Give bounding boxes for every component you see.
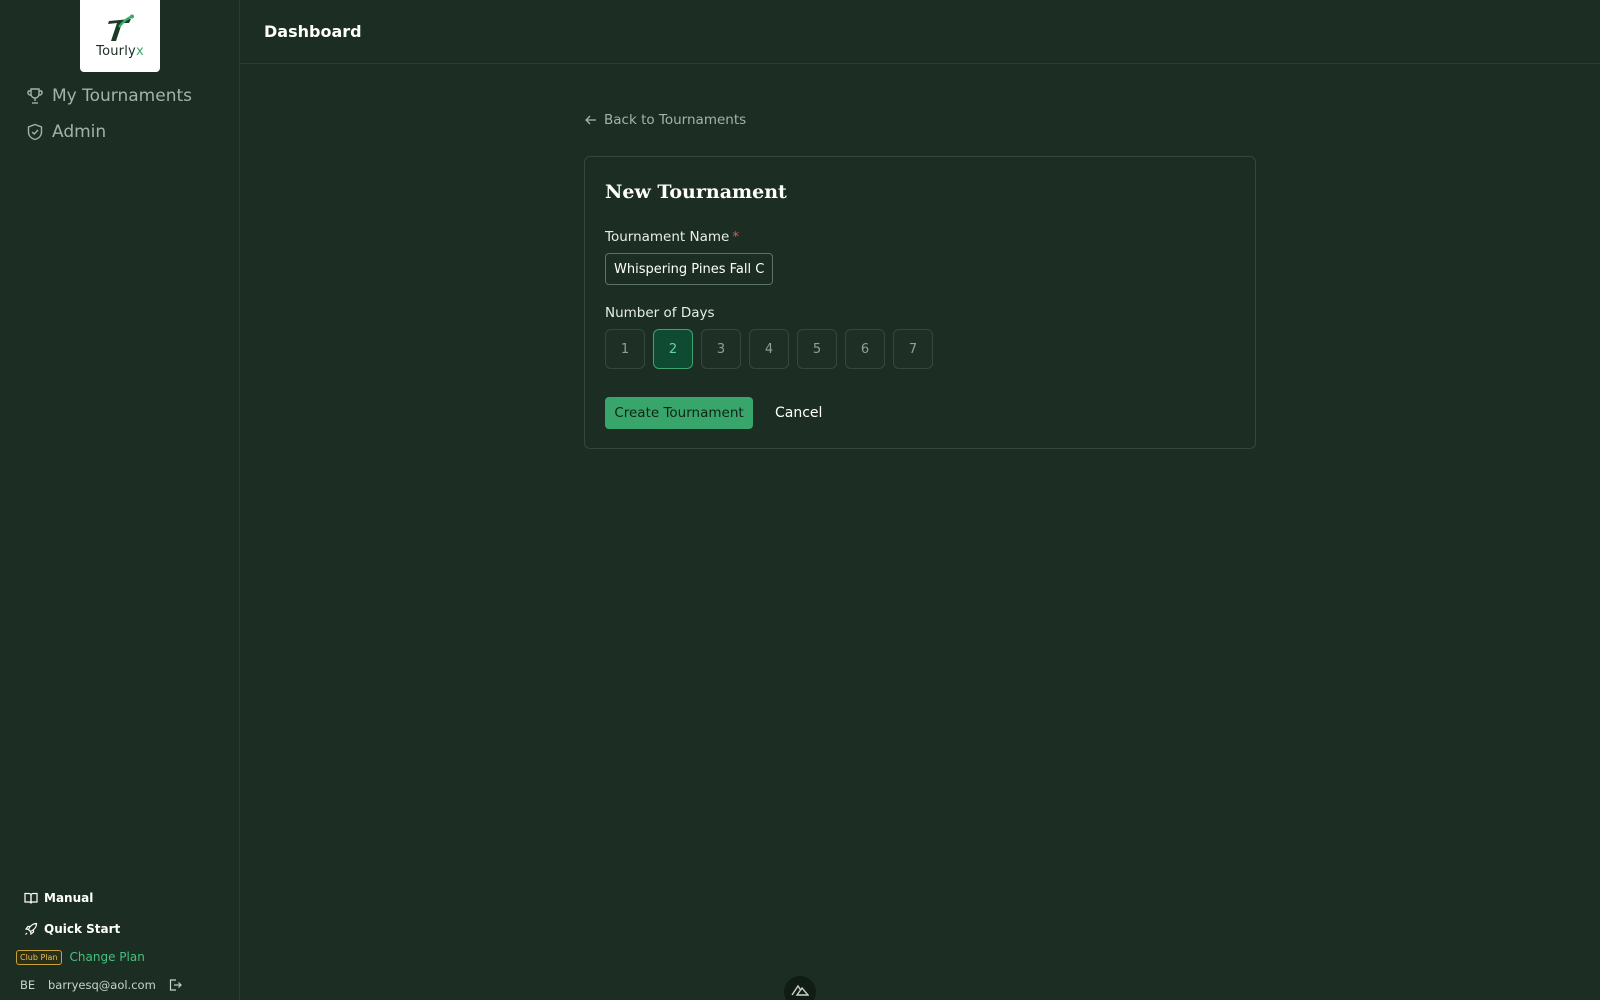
back-to-tournaments-link[interactable]: Back to Tournaments xyxy=(584,112,746,128)
days-selector: 1234567 xyxy=(605,329,941,369)
avatar: BE xyxy=(20,978,36,992)
mountain-logo-icon xyxy=(791,984,809,996)
create-tournament-button[interactable]: Create Tournament xyxy=(605,397,753,429)
manual-link[interactable]: Manual xyxy=(16,882,236,913)
plan-badge: Club Plan xyxy=(16,949,62,965)
page-title: Dashboard xyxy=(264,22,362,41)
quick-start-label: Quick Start xyxy=(44,921,121,936)
manual-label: Manual xyxy=(44,890,94,905)
back-label: Back to Tournaments xyxy=(604,112,747,128)
sidebar-nav: My Tournaments Admin xyxy=(26,78,192,150)
form-title: New Tournament xyxy=(605,181,787,203)
required-marker: * xyxy=(732,229,740,245)
logo-mark-icon xyxy=(108,14,134,41)
number-of-days-label: Number of Days xyxy=(605,305,715,321)
day-option-1[interactable]: 1 xyxy=(605,329,645,369)
day-option-3[interactable]: 3 xyxy=(701,329,741,369)
quick-start-link[interactable]: Quick Start xyxy=(16,913,236,944)
new-tournament-card: New Tournament Tournament Name* Number o… xyxy=(584,156,1256,449)
day-option-6[interactable]: 6 xyxy=(845,329,885,369)
devtools-toggle[interactable] xyxy=(784,976,816,1000)
day-option-7[interactable]: 7 xyxy=(893,329,933,369)
change-plan-link[interactable]: Change Plan xyxy=(70,950,145,964)
day-option-5[interactable]: 5 xyxy=(797,329,837,369)
sidebar-footer: Manual Quick Start Club Plan Change Plan… xyxy=(16,882,236,1000)
sidebar-item-my-tournaments[interactable]: My Tournaments xyxy=(26,78,192,114)
rocket-icon xyxy=(24,922,38,935)
cancel-button[interactable]: Cancel xyxy=(769,397,828,429)
trophy-icon xyxy=(27,88,43,104)
plan-row: Club Plan Change Plan xyxy=(16,944,236,970)
shield-icon xyxy=(27,123,43,141)
app-logo[interactable]: Tourlyx xyxy=(80,0,160,72)
sidebar-item-admin[interactable]: Admin xyxy=(26,114,192,150)
sidebar-item-label: Admin xyxy=(52,122,107,142)
day-option-2[interactable]: 2 xyxy=(653,329,693,369)
sidebar-item-label: My Tournaments xyxy=(52,86,193,106)
tournament-name-input[interactable] xyxy=(605,253,773,285)
sidebar: Tourlyx My Tournaments Admin Manual Quic… xyxy=(0,0,240,1000)
logo-text: Tourlyx xyxy=(96,44,144,59)
top-header: Dashboard xyxy=(240,0,1600,64)
tournament-name-label: Tournament Name * xyxy=(605,229,740,245)
book-icon xyxy=(24,892,38,904)
user-row: BE barryesq@aol.com xyxy=(16,970,236,1000)
arrow-left-icon xyxy=(585,115,596,125)
day-option-4[interactable]: 4 xyxy=(749,329,789,369)
logout-icon[interactable] xyxy=(168,978,182,992)
user-email: barryesq@aol.com xyxy=(48,978,156,992)
